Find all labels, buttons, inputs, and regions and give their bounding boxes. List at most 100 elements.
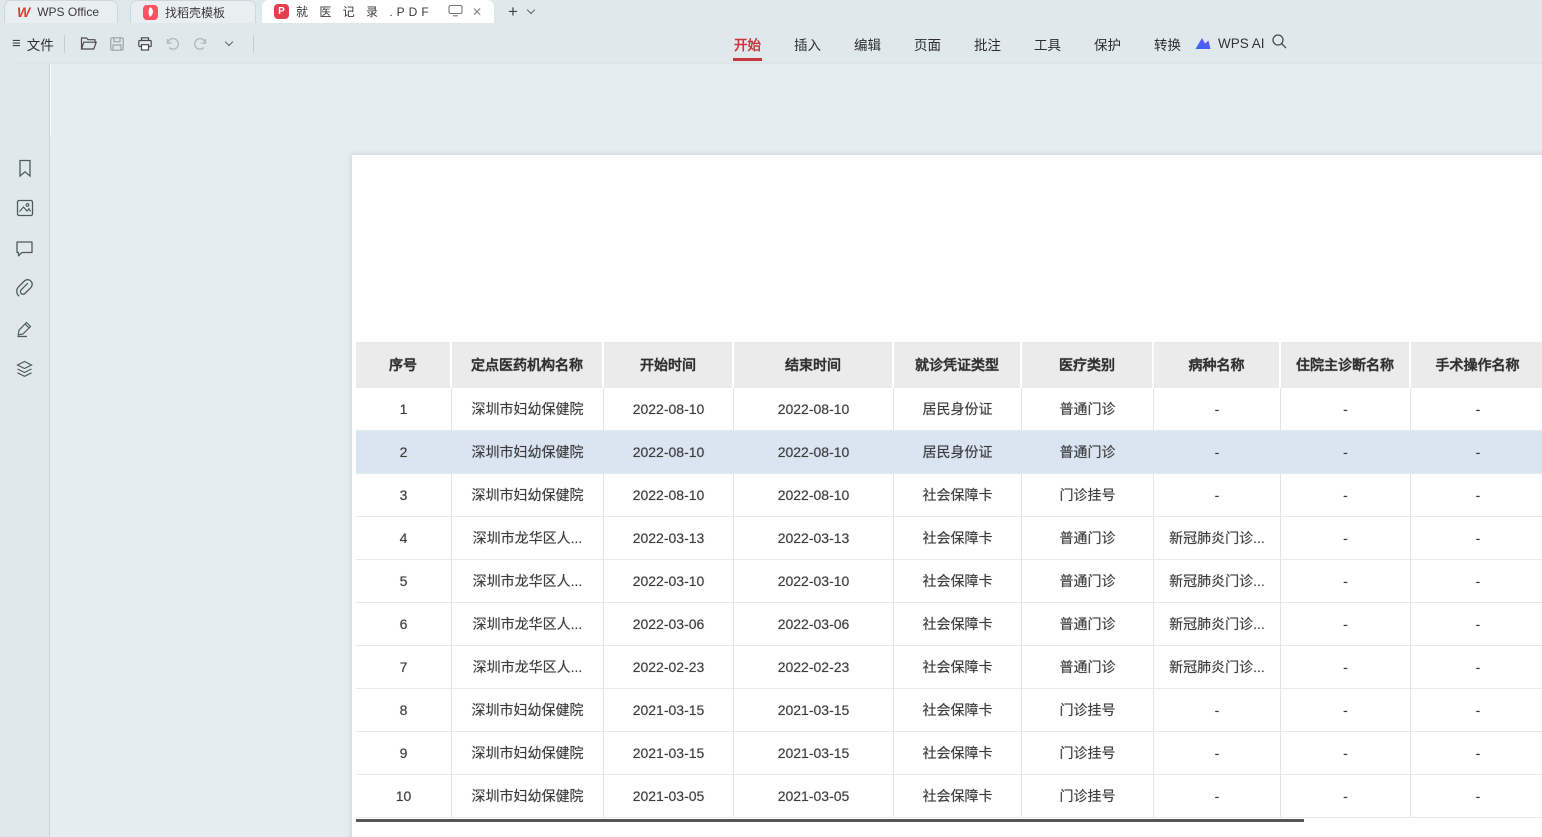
table-cell: 普通门诊	[1022, 517, 1154, 560]
pdf-file-icon: P	[274, 4, 289, 19]
table-cell: 2022-02-23	[734, 646, 894, 689]
table-cell: 新冠肺炎门诊...	[1154, 517, 1281, 560]
table-cell: 社会保障卡	[894, 732, 1022, 775]
table-cell: -	[1154, 732, 1281, 775]
comment-icon[interactable]	[14, 237, 36, 259]
tab-label: 找稻壳模板	[165, 4, 225, 21]
table-row[interactable]: 4深圳市龙华区人...2022-03-132022-03-13社会保障卡普通门诊…	[356, 517, 1542, 560]
wps-logo-icon: W	[17, 4, 30, 20]
table-cell: -	[1281, 517, 1411, 560]
tab-wps-office[interactable]: W WPS Office	[4, 0, 118, 23]
menu-tab-4[interactable]: 批注	[973, 25, 1002, 63]
table-cell: 社会保障卡	[894, 517, 1022, 560]
table-cell: 普通门诊	[1022, 646, 1154, 689]
table-cell: -	[1411, 474, 1542, 517]
file-menu-button[interactable]: ≡ 文件	[12, 34, 54, 54]
table-cell: 深圳市妇幼保健院	[452, 388, 604, 431]
redo-icon[interactable]	[190, 33, 212, 55]
table-cell: 4	[356, 517, 452, 560]
close-tab-icon[interactable]: ✕	[472, 5, 482, 19]
table-cell: 深圳市龙华区人...	[452, 646, 604, 689]
document-area[interactable]: 序号定点医药机构名称开始时间结束时间就诊凭证类型医疗类别病种名称住院主诊断名称手…	[51, 64, 1542, 837]
table-cell: 2022-08-10	[604, 474, 734, 517]
table-cell: 9	[356, 732, 452, 775]
table-cell: -	[1154, 388, 1281, 431]
table-cell: 2022-08-10	[734, 431, 894, 474]
table-cell: -	[1411, 517, 1542, 560]
search-icon[interactable]	[1271, 33, 1288, 55]
table-cell: -	[1281, 603, 1411, 646]
table-cell: 门诊挂号	[1022, 775, 1154, 818]
hamburger-icon: ≡	[12, 35, 21, 52]
table-cell: 2021-03-05	[604, 775, 734, 818]
table-cell: -	[1154, 474, 1281, 517]
quick-toolbar-chevron-icon[interactable]	[218, 33, 240, 55]
table-row[interactable]: 9深圳市妇幼保健院2021-03-152021-03-15社会保障卡门诊挂号--…	[356, 732, 1542, 775]
table-cell: 10	[356, 775, 452, 818]
table-cell: 6	[356, 603, 452, 646]
table-cell: 普通门诊	[1022, 431, 1154, 474]
table-row[interactable]: 7深圳市龙华区人...2022-02-232022-02-23社会保障卡普通门诊…	[356, 646, 1542, 689]
menu-tab-2[interactable]: 编辑	[853, 25, 882, 63]
table-cell: 1	[356, 388, 452, 431]
bookmark-icon[interactable]	[14, 157, 36, 179]
open-file-icon[interactable]	[78, 33, 100, 55]
table-header-cell: 定点医药机构名称	[452, 342, 604, 388]
table-row[interactable]: 5深圳市龙华区人...2022-03-102022-03-10社会保障卡普通门诊…	[356, 560, 1542, 603]
table-cell: 社会保障卡	[894, 689, 1022, 732]
table-cell: 社会保障卡	[894, 603, 1022, 646]
attachment-icon[interactable]	[14, 277, 36, 299]
table-cell: 7	[356, 646, 452, 689]
table-cell: -	[1281, 431, 1411, 474]
table-header-cell: 开始时间	[604, 342, 734, 388]
table-cell: 深圳市妇幼保健院	[452, 474, 604, 517]
signature-icon[interactable]	[14, 317, 36, 339]
table-header-cell: 结束时间	[734, 342, 894, 388]
table-cell: -	[1281, 775, 1411, 818]
table-cell: 2022-03-10	[734, 560, 894, 603]
table-cell: 深圳市妇幼保健院	[452, 732, 604, 775]
table-row[interactable]: 3深圳市妇幼保健院2022-08-102022-08-10社会保障卡门诊挂号--…	[356, 474, 1542, 517]
undo-icon[interactable]	[162, 33, 184, 55]
menu-tab-7[interactable]: 转换	[1153, 25, 1182, 63]
table-cell: 门诊挂号	[1022, 732, 1154, 775]
menu-tab-0[interactable]: 开始	[733, 25, 762, 63]
wps-ai-button[interactable]: WPS AI	[1194, 23, 1265, 64]
print-icon[interactable]	[134, 33, 156, 55]
table-bottom-border	[356, 819, 1304, 822]
table-header-cell: 医疗类别	[1022, 342, 1154, 388]
menu-tab-3[interactable]: 页面	[913, 25, 942, 63]
file-menu-label: 文件	[27, 34, 54, 54]
table-row[interactable]: 8深圳市妇幼保健院2021-03-152021-03-15社会保障卡门诊挂号--…	[356, 689, 1542, 732]
cast-screen-icon[interactable]	[448, 4, 463, 20]
table-cell: -	[1411, 689, 1542, 732]
layers-icon[interactable]	[14, 357, 36, 379]
left-panel-bar	[0, 64, 50, 837]
table-row[interactable]: 6深圳市龙华区人...2022-03-062022-03-06社会保障卡普通门诊…	[356, 603, 1542, 646]
divider	[253, 35, 254, 53]
menu-tab-5[interactable]: 工具	[1033, 25, 1062, 63]
menu-bar: ≡ 文件 开始插入编辑页面批注工具保护转换	[0, 23, 1542, 64]
table-cell: -	[1281, 474, 1411, 517]
tab-docer[interactable]: 找稻壳模板	[130, 0, 256, 23]
menu-tab-1[interactable]: 插入	[793, 25, 822, 63]
table-cell: -	[1281, 646, 1411, 689]
table-row[interactable]: 1深圳市妇幼保健院2022-08-102022-08-10居民身份证普通门诊--…	[356, 388, 1542, 431]
table-header-cell: 病种名称	[1154, 342, 1281, 388]
table-cell: 普通门诊	[1022, 388, 1154, 431]
table-row[interactable]: 2深圳市妇幼保健院2022-08-102022-08-10居民身份证普通门诊--…	[356, 431, 1542, 474]
table-cell: -	[1281, 560, 1411, 603]
save-icon[interactable]	[106, 33, 128, 55]
tab-pdf-document[interactable]: P 就 医 记 录 .PDF ✕	[262, 0, 494, 23]
table-cell: 2022-08-10	[734, 388, 894, 431]
table-cell: 2021-03-15	[604, 732, 734, 775]
new-tab-button[interactable]: +	[508, 3, 518, 20]
image-icon[interactable]	[14, 197, 36, 219]
table-row[interactable]: 10深圳市妇幼保健院2021-03-052021-03-05社会保障卡门诊挂号-…	[356, 775, 1542, 818]
table-cell: 2022-03-06	[734, 603, 894, 646]
table-header-cell: 就诊凭证类型	[894, 342, 1022, 388]
table-cell: 深圳市龙华区人...	[452, 603, 604, 646]
menu-tab-6[interactable]: 保护	[1093, 25, 1122, 63]
wps-ai-label: WPS AI	[1218, 36, 1265, 51]
tab-list-chevron-icon[interactable]	[527, 6, 535, 14]
